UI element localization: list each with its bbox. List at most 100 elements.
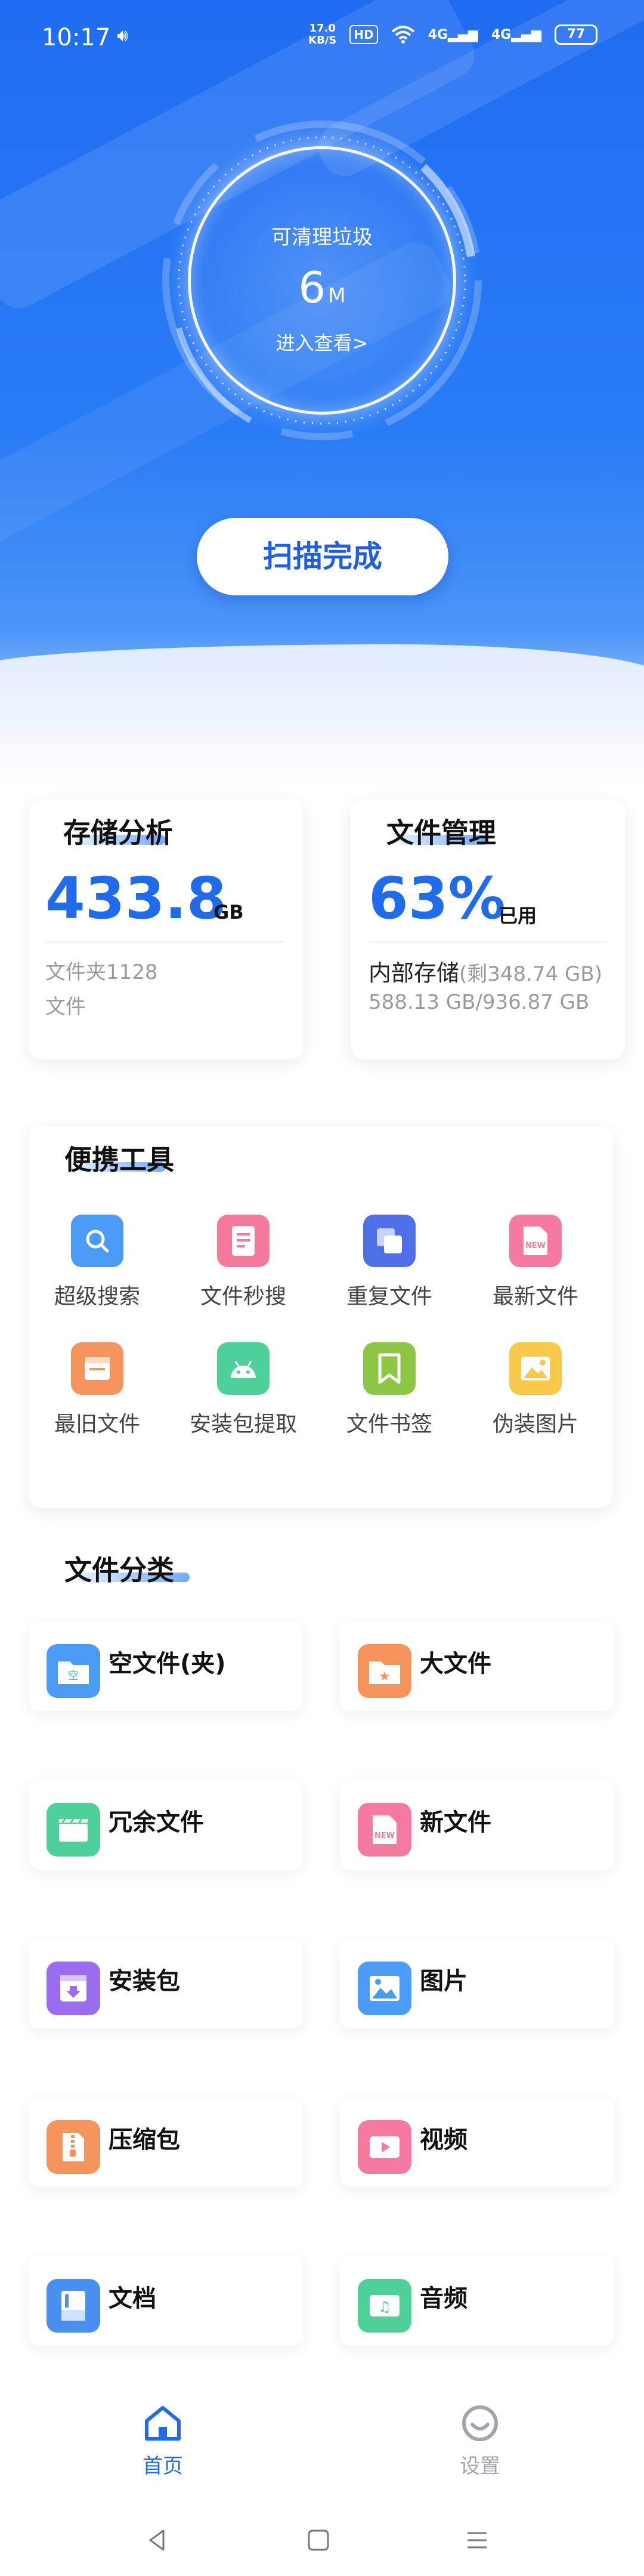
folder-count-suffix: 文件 — [45, 995, 86, 1019]
search-icon — [71, 1215, 123, 1267]
tool-apk-extract[interactable]: 安装包提取 — [175, 1342, 312, 1450]
storage-unit: GB — [213, 901, 244, 923]
new-file-icon: NEW — [358, 1803, 411, 1857]
divider — [45, 941, 284, 943]
redundant-file-icon — [47, 1803, 100, 1857]
tool-label: 安装包提取 — [189, 1412, 297, 1437]
category-label: 文档 — [109, 2285, 156, 2312]
folder-count: 文件夹1128 — [45, 960, 158, 984]
tool-oldest-files[interactable]: 最旧文件 — [29, 1342, 166, 1450]
battery-icon: 77 — [555, 24, 597, 45]
status-bar: 10:17 🔊︎ 17.0 KB/S HD 4G▂▄▆ 4G▂▄▆ 77 — [0, 0, 644, 78]
hero-wave — [0, 644, 644, 787]
category-empty-folder[interactable]: 空 空文件(夹) — [29, 1621, 303, 1711]
category-audio[interactable]: ♫ 音频 — [340, 2256, 614, 2346]
system-navigation-bar — [0, 2506, 644, 2576]
tools-title: 便携工具 — [64, 1144, 174, 1176]
signal-icon: 4G▂▄▆ — [491, 27, 541, 42]
tool-label: 最旧文件 — [54, 1412, 140, 1437]
archive-icon — [47, 2120, 100, 2174]
nav-settings-label: 设置 — [460, 2454, 500, 2478]
old-file-icon — [71, 1342, 123, 1395]
nav-home-label: 首页 — [143, 2454, 183, 2478]
divider — [369, 941, 607, 943]
svg-text:NEW: NEW — [525, 1241, 546, 1250]
category-label: 新文件 — [420, 1809, 491, 1836]
wifi-icon — [391, 26, 415, 44]
junk-size: 6M — [298, 262, 346, 313]
status-indicators: 17.0 KB/S HD 4G▂▄▆ 4G▂▄▆ 77 — [308, 23, 597, 47]
tool-quick-search[interactable]: 文件秒搜 — [175, 1215, 312, 1322]
tool-label: 重复文件 — [346, 1284, 432, 1309]
junk-gauge[interactable]: 可清理垃圾 6M 进入查看> — [161, 119, 483, 441]
svg-text:♫: ♫ — [378, 2299, 391, 2315]
category-redundant-file[interactable]: 冗余文件 — [29, 1780, 303, 1870]
tool-label: 超级搜索 — [54, 1284, 140, 1309]
video-icon — [358, 2120, 411, 2174]
audio-icon: ♫ — [358, 2279, 411, 2333]
category-document[interactable]: 文档 — [29, 2256, 303, 2346]
used-label: 已用 — [499, 904, 537, 927]
nav-home[interactable]: 首页 — [103, 2404, 222, 2479]
doc-icon — [47, 2279, 100, 2333]
view-junk-link[interactable]: 进入查看> — [161, 328, 483, 356]
category-label: 图片 — [420, 1967, 467, 1995]
package-icon — [47, 1962, 100, 2015]
file-management-card[interactable]: 文件管理 63% 已用 内部存储(剩348.74 GB) 588.13 GB/9… — [351, 799, 625, 1060]
storage-usage: 588.13 GB/936.87 GB — [369, 990, 590, 1014]
duplicate-icon — [363, 1215, 416, 1267]
category-new-file[interactable]: NEW 新文件 — [340, 1780, 614, 1870]
empty-folder-icon: 空 — [47, 1644, 100, 1698]
svg-text:NEW: NEW — [374, 1831, 395, 1840]
tool-duplicate-files[interactable]: 重复文件 — [321, 1215, 458, 1322]
home-button-icon[interactable] — [305, 2527, 332, 2553]
tool-label: 文件秒搜 — [200, 1284, 286, 1309]
large-file-icon: ★ — [358, 1644, 411, 1698]
tool-disguise-image[interactable]: 伪装图片 — [467, 1342, 604, 1450]
signal-icon: 4G▂▄▆ — [428, 27, 478, 42]
category-label: 压缩包 — [109, 2126, 180, 2154]
category-video[interactable]: 视频 — [340, 2098, 614, 2187]
hd-icon: HD — [349, 25, 378, 44]
network-speed: 17.0 KB/S — [308, 22, 337, 47]
storage-title: 存储分析 — [63, 817, 173, 849]
bookmark-icon — [363, 1342, 416, 1395]
category-label: 大文件 — [420, 1650, 491, 1678]
new-file-icon: NEW — [509, 1215, 562, 1267]
android-icon — [217, 1342, 270, 1395]
nav-settings[interactable]: 设置 — [420, 2404, 540, 2479]
svg-text:★: ★ — [379, 1669, 391, 1684]
category-label: 安装包 — [109, 1967, 180, 1995]
category-package[interactable]: 安装包 — [29, 1939, 303, 2028]
settings-smile-icon — [462, 2405, 498, 2441]
tool-newest-files[interactable]: NEW 最新文件 — [467, 1215, 604, 1322]
storage-analysis-card[interactable]: 存储分析 433.8 GB 文件夹1128 文件 — [29, 799, 303, 1060]
tool-label: 文件书签 — [346, 1412, 432, 1437]
category-picture[interactable]: 图片 — [340, 1939, 614, 2028]
home-icon — [145, 2406, 181, 2441]
image-icon — [509, 1342, 562, 1395]
tool-file-bookmark[interactable]: 文件书签 — [321, 1342, 458, 1450]
svg-text:空: 空 — [68, 1670, 79, 1682]
document-icon — [217, 1215, 270, 1267]
tools-card: 便携工具 超级搜索 文件秒搜 重复文件 NEW 最新文件 最旧文件 安装包提取 … — [29, 1126, 613, 1508]
status-time: 10:17 — [42, 24, 111, 51]
back-icon[interactable] — [144, 2527, 171, 2553]
picture-icon — [358, 1962, 411, 2015]
category-label: 音频 — [420, 2285, 467, 2312]
internal-storage-label: 内部存储(剩348.74 GB) — [369, 960, 602, 986]
scan-complete-button[interactable]: 扫描完成 — [197, 518, 448, 595]
storage-percent: 63% — [369, 865, 506, 932]
tool-label: 最新文件 — [492, 1284, 578, 1309]
category-label: 空文件(夹) — [109, 1650, 226, 1678]
remaining-space: (剩348.74 GB) — [459, 962, 602, 986]
category-archive[interactable]: 压缩包 — [29, 2098, 303, 2187]
tool-label: 伪装图片 — [492, 1412, 578, 1437]
tool-super-search[interactable]: 超级搜索 — [29, 1215, 166, 1322]
categories-title: 文件分类 — [64, 1554, 174, 1586]
storage-value: 433.8 — [45, 865, 227, 932]
category-label: 视频 — [420, 2126, 467, 2154]
menu-icon[interactable] — [464, 2527, 490, 2553]
category-label: 冗余文件 — [109, 1809, 204, 1836]
category-large-file[interactable]: ★ 大文件 — [340, 1621, 614, 1711]
